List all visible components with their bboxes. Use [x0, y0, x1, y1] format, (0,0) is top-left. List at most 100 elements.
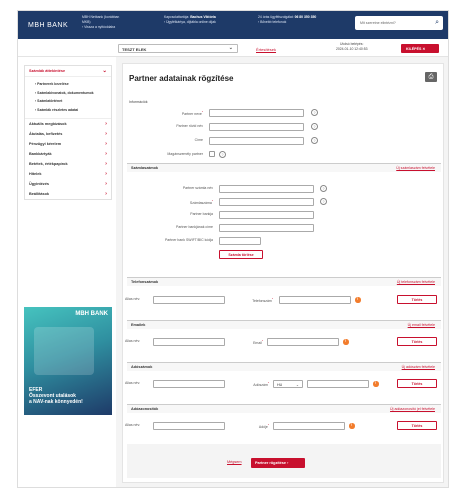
promo-text: EFER Összevont utalások a NAV-nak könnye…: [29, 387, 83, 405]
email-label: Email*: [253, 339, 263, 346]
sidebar-subitem[interactable]: Partnerek kezelése: [25, 80, 111, 89]
app-frame: MBH BANK MBH Netbank (korábban MKB) › Vis…: [17, 10, 449, 488]
private-label: Magánszemély partner: [167, 152, 203, 156]
tax-label: Adószám*: [253, 381, 269, 388]
chevron-right-icon: ›: [105, 180, 107, 187]
swift-input[interactable]: [219, 237, 261, 245]
phone-illustration: [34, 327, 94, 375]
taxid-section-header: Adóazonosítók Új adóazonosító jel felvét…: [127, 404, 441, 413]
header-col-netbank: MBH Netbank (korábban MKB) › Vissza a ny…: [82, 15, 120, 30]
delete-phone-button[interactable]: Törlés: [397, 295, 437, 304]
form-footer: Mégsem Partner rögzítése ›: [127, 444, 441, 478]
address-label: Címe: [194, 138, 203, 142]
chevron-down-icon: ⌄: [102, 67, 107, 74]
phone-alias-input[interactable]: [153, 296, 225, 304]
top-header: MBH BANK MBH Netbank (korábban MKB) › Vis…: [18, 11, 448, 39]
add-account-link[interactable]: Új számlaszám felvétele: [396, 166, 435, 170]
sidebar-item[interactable]: Ügyintézés ›: [25, 179, 111, 189]
phone-input[interactable]: [279, 296, 351, 304]
taxid-input[interactable]: [273, 422, 345, 430]
back-to-home-link[interactable]: › Vissza a nyitóoldalra: [82, 25, 119, 30]
partner-name-input[interactable]: [209, 109, 304, 117]
save-partner-button[interactable]: Partner rögzítése ›: [251, 458, 305, 468]
add-phone-link[interactable]: Új telefonszám felvétele: [397, 280, 435, 284]
tax-alias-input[interactable]: [153, 380, 225, 388]
chevron-right-icon: ›: [105, 160, 107, 167]
tax-alias-label: Alias név:: [125, 381, 141, 385]
bank-logo[interactable]: MBH BANK: [26, 18, 68, 30]
chevron-right-icon: ›: [105, 190, 107, 197]
last-login: Utolsó belépés: 2024-01-10 12:40:53: [336, 42, 368, 51]
email-alias-input[interactable]: [153, 338, 225, 346]
error-icon: !: [373, 381, 379, 387]
help-icon[interactable]: ?: [320, 185, 327, 192]
tax-section-header: Adószámok Új adószám felvétele: [127, 362, 441, 371]
sidebar-item[interactable]: Betétek, értékpapírok ›: [25, 159, 111, 169]
help-icon[interactable]: ?: [320, 198, 327, 205]
bank-label: Partner bankja: [190, 212, 213, 216]
sidebar-item[interactable]: Aktuális megbízások ›: [25, 119, 111, 129]
sidebar-item[interactable]: Hitelek ›: [25, 169, 111, 179]
help-icon[interactable]: ?: [311, 123, 318, 130]
taxid-alias-input[interactable]: [153, 422, 225, 430]
chevron-right-icon: ›: [105, 120, 107, 127]
chevron-down-icon: ⌄: [228, 45, 233, 51]
acct-num-label: Számlaszáma*: [189, 199, 213, 206]
bank-addr-label: Partner bankjának címe: [176, 225, 213, 229]
search-icon[interactable]: ⌕: [435, 19, 439, 27]
sidebar-item[interactable]: Beállítások ›: [25, 189, 111, 199]
header-col-contact: Kapcsolattartója: Bachus Viktória › Ügyf…: [164, 15, 216, 25]
delete-email-button[interactable]: Törlés: [397, 337, 437, 346]
partner-short-input[interactable]: [209, 123, 304, 131]
error-icon: !: [355, 297, 361, 303]
partner-short-label: Partner rövid név: [176, 124, 203, 128]
add-tax-link[interactable]: Új adószám felvétele: [402, 365, 435, 369]
cancel-link[interactable]: Mégsem: [227, 460, 242, 464]
chevron-right-icon: ›: [105, 130, 107, 137]
tax-input[interactable]: [307, 380, 369, 388]
delete-account-button[interactable]: Számla törlése: [219, 250, 263, 259]
logout-button[interactable]: KILÉPÉS ✕: [401, 44, 439, 53]
user-select[interactable]: TESZT ELEK ⌄: [118, 44, 238, 53]
add-email-link[interactable]: Új email felvétele: [408, 323, 435, 327]
acct-name-input[interactable]: [219, 185, 314, 193]
add-taxid-link[interactable]: Új adóazonosító jel felvétele: [390, 407, 435, 411]
printer-icon[interactable]: ⎙: [425, 72, 437, 82]
user-bar: TESZT ELEK ⌄ Értesítések Utolsó belépés: 2…: [18, 39, 448, 57]
sidebar-item[interactable]: Pénzügyi kérelem ›: [25, 139, 111, 149]
chevron-right-icon: ›: [105, 170, 107, 177]
email-input[interactable]: [267, 338, 339, 346]
country-select[interactable]: HU ⌄: [273, 380, 303, 388]
phone-section-header: Telefonszámok Új telefonszám felvétele: [127, 277, 441, 286]
info-caption: Információk: [129, 100, 148, 104]
help-icon[interactable]: ?: [311, 109, 318, 116]
delete-tax-button[interactable]: Törlés: [397, 379, 437, 388]
private-checkbox[interactable]: [209, 151, 215, 157]
notifications-link[interactable]: Értesítések: [256, 47, 276, 52]
sidebar-subitem[interactable]: Számlatörténet: [25, 97, 111, 106]
main-panel: Partner adatainak rögzítése ⎙ Információ…: [122, 63, 444, 483]
delete-taxid-button[interactable]: Törlés: [397, 421, 437, 430]
help-icon[interactable]: ?: [311, 137, 318, 144]
sidebar-subitem[interactable]: Számlák részletes adatai: [25, 106, 111, 115]
sidebar-subitem[interactable]: Számlakivonatok, dokumentumok: [25, 89, 111, 98]
customer-card-link[interactable]: › Ügyfélkártya, díjtábla online díjak: [164, 20, 216, 25]
page-title: Partner adatainak rögzítése: [129, 74, 234, 83]
help-icon[interactable]: ?: [219, 151, 226, 158]
close-icon: ✕: [422, 46, 426, 51]
bank-addr-input[interactable]: [219, 224, 314, 232]
email-section-header: Emailek Új email felvétele: [127, 320, 441, 329]
sidebar-item[interactable]: Átutalás, befizetés ›: [25, 129, 111, 139]
address-input[interactable]: [209, 137, 304, 145]
chevron-down-icon: ⌄: [295, 382, 299, 387]
bank-input[interactable]: [219, 211, 314, 219]
acct-num-input[interactable]: [219, 198, 314, 206]
sidebar-item[interactable]: Bankkártyák ›: [25, 149, 111, 159]
more-phones-link[interactable]: › Bővebb telefonok: [258, 20, 316, 25]
taxid-alias-label: Alias név:: [125, 423, 141, 427]
accounts-section-header: Számlaszámok Új számlaszám felvétele: [127, 163, 441, 172]
sidebar-item-accounts[interactable]: Számlák áttekintése ⌄: [25, 66, 111, 76]
promo-banner[interactable]: MBH BANK EFER Összevont utalások a NAV-n…: [24, 307, 112, 415]
sidebar-menu: Számlák áttekintése⌄ Partnerek kezelése …: [24, 65, 112, 201]
search-input[interactable]: Mit szeretne elintézni? ⌕: [355, 16, 443, 30]
